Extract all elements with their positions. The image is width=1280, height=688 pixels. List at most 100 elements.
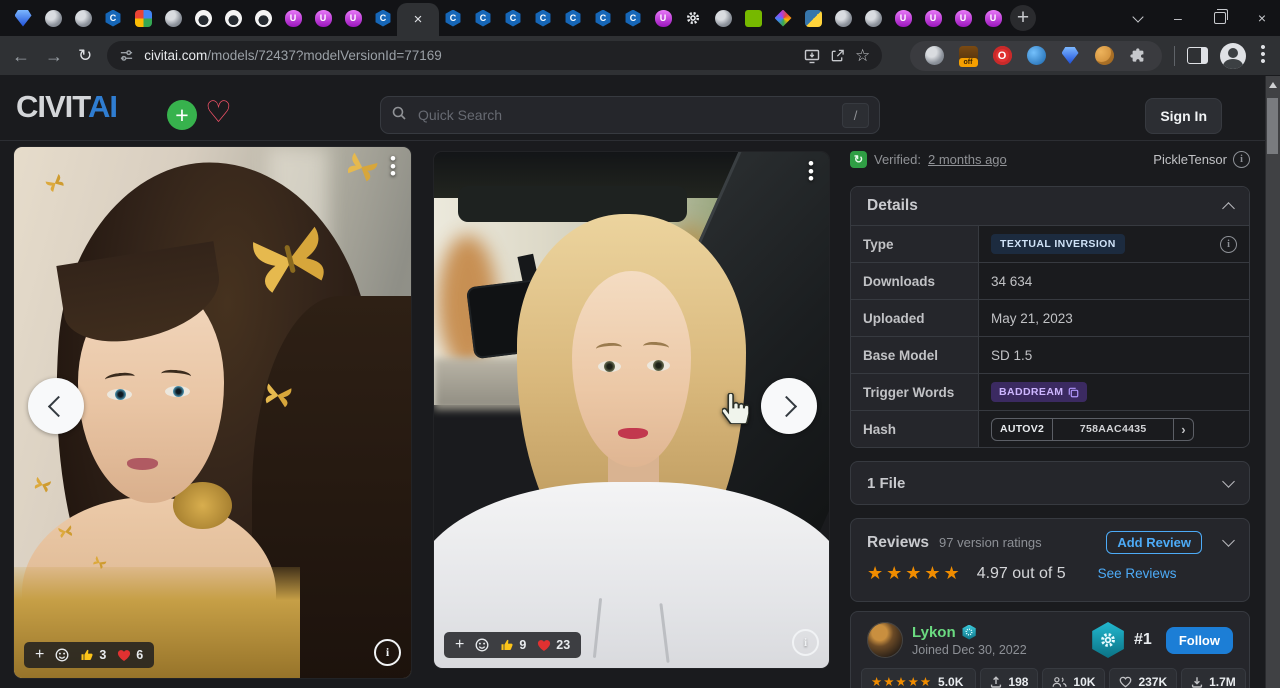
- type-info-icon[interactable]: i: [1220, 236, 1237, 253]
- scroll-up-arrow-icon[interactable]: [1269, 82, 1277, 88]
- forward-icon[interactable]: →: [45, 47, 63, 65]
- files-accordion[interactable]: 1 File: [850, 461, 1250, 505]
- active-tab[interactable]: ×: [397, 3, 439, 36]
- pinned-tab[interactable]: U: [314, 9, 332, 27]
- cookie-extension-icon[interactable]: [1094, 46, 1114, 66]
- sign-in-button[interactable]: Sign In: [1145, 98, 1222, 134]
- gem-extension-icon[interactable]: [1060, 46, 1080, 66]
- pinned-tab[interactable]: U: [894, 9, 912, 27]
- creator-rating-stat[interactable]: ★★★★★ 5.0K: [861, 668, 976, 688]
- search-input[interactable]: [416, 106, 833, 124]
- pinned-tab[interactable]: C: [624, 9, 642, 27]
- smiley-reaction-icon[interactable]: [55, 648, 69, 662]
- pinned-tab[interactable]: C: [104, 9, 122, 27]
- thumbs-up-reaction[interactable]: 9: [500, 638, 526, 652]
- tab-close-icon[interactable]: ×: [414, 12, 423, 27]
- tab-search-icon[interactable]: [1134, 16, 1142, 21]
- puzzle-extension-icon[interactable]: [1128, 46, 1148, 66]
- creator-likes-stat[interactable]: 237K: [1109, 668, 1177, 688]
- browser-menu-icon[interactable]: •••: [1258, 45, 1268, 65]
- see-reviews-link[interactable]: See Reviews: [1098, 566, 1177, 581]
- pinned-tab[interactable]: [74, 9, 92, 27]
- follow-button[interactable]: Follow: [1166, 627, 1233, 654]
- heart-reaction[interactable]: 23: [537, 638, 570, 652]
- site-info-icon[interactable]: [119, 48, 134, 63]
- hash-pill[interactable]: AUTOV2 758AAC4435 ›: [991, 418, 1194, 441]
- image-info-icon[interactable]: i: [374, 639, 401, 666]
- image-menu-icon[interactable]: •••: [387, 155, 399, 178]
- add-review-button[interactable]: Add Review: [1106, 531, 1202, 554]
- red-o-extension-icon[interactable]: O: [992, 46, 1012, 66]
- scrollbar-thumb[interactable]: [1267, 98, 1278, 154]
- pinned-tab[interactable]: [194, 9, 212, 27]
- pinned-tab[interactable]: [834, 9, 852, 27]
- reload-icon[interactable]: ↻: [78, 47, 92, 64]
- creator-avatar[interactable]: [867, 622, 903, 658]
- details-header[interactable]: Details: [851, 187, 1249, 225]
- chevron-down-icon[interactable]: [1222, 534, 1235, 547]
- thumbs-up-reaction[interactable]: 3: [80, 648, 106, 662]
- search-bar[interactable]: /: [380, 96, 880, 134]
- pinned-tab[interactable]: U: [284, 9, 302, 27]
- pinned-tab[interactable]: C: [594, 9, 612, 27]
- pinned-tab[interactable]: [864, 9, 882, 27]
- bookmark-star-icon[interactable]: ☆: [855, 46, 870, 66]
- civitai-logo[interactable]: CIVITAI: [16, 89, 117, 125]
- pinned-tab[interactable]: C: [444, 9, 462, 27]
- hash-value[interactable]: 758AAC4435: [1052, 419, 1173, 440]
- pinned-tab[interactable]: C: [374, 9, 392, 27]
- creator-uploads-stat[interactable]: 198: [980, 668, 1038, 688]
- pinned-tab[interactable]: [774, 9, 792, 27]
- close-button[interactable]: ×: [1258, 10, 1266, 26]
- blue-globe-extension-icon[interactable]: [1026, 46, 1046, 66]
- address-bar[interactable]: civitai.com/models/72437?modelVersionId=…: [107, 41, 882, 70]
- image-info-icon[interactable]: i: [792, 629, 819, 656]
- carousel-prev-button[interactable]: [28, 378, 84, 434]
- type-badge[interactable]: TEXTUAL INVERSION: [991, 234, 1125, 254]
- creator-name[interactable]: Lykon: [912, 624, 1027, 641]
- copy-icon[interactable]: [1068, 387, 1079, 398]
- pinned-tab[interactable]: U: [654, 9, 672, 27]
- pinned-tab[interactable]: C: [474, 9, 492, 27]
- pinned-tab[interactable]: [714, 9, 732, 27]
- pinned-tab[interactable]: C: [534, 9, 552, 27]
- format-info-icon[interactable]: i: [1233, 151, 1250, 168]
- back-icon[interactable]: ←: [12, 47, 30, 65]
- heart-reaction[interactable]: 6: [117, 648, 143, 662]
- verified-time-link[interactable]: 2 months ago: [928, 152, 1007, 167]
- pinned-tab[interactable]: [14, 9, 32, 27]
- new-tab-button[interactable]: +: [1010, 5, 1036, 31]
- image-menu-icon[interactable]: •••: [805, 160, 817, 183]
- add-reaction-button[interactable]: +: [455, 637, 464, 653]
- creator-followers-stat[interactable]: 10K: [1042, 668, 1105, 688]
- profile-avatar-icon[interactable]: [1220, 43, 1246, 69]
- pinned-tab[interactable]: U: [984, 9, 1002, 27]
- creator-downloads-stat[interactable]: 1.7M: [1181, 668, 1246, 688]
- page-scrollbar[interactable]: [1265, 76, 1280, 688]
- pinned-tab[interactable]: [44, 9, 62, 27]
- pinned-tab[interactable]: C: [504, 9, 522, 27]
- pinned-tab[interactable]: [254, 9, 272, 27]
- minimize-button[interactable]: –: [1174, 10, 1182, 26]
- globe-extension-icon[interactable]: [924, 46, 944, 66]
- pinned-tab[interactable]: U: [924, 9, 942, 27]
- pinned-tab[interactable]: [744, 9, 762, 27]
- trigger-word-badge[interactable]: BADDREAM: [991, 382, 1087, 402]
- pinned-tab[interactable]: U: [344, 9, 362, 27]
- add-reaction-button[interactable]: +: [35, 647, 44, 663]
- pinned-tab[interactable]: [134, 9, 152, 27]
- support-heart-icon[interactable]: ♡: [205, 98, 232, 128]
- pinned-tab[interactable]: [164, 9, 182, 27]
- pinned-tab[interactable]: C: [564, 9, 582, 27]
- install-icon[interactable]: [804, 48, 820, 64]
- carousel-next-button[interactable]: [761, 378, 817, 434]
- off-badge-extension-icon[interactable]: [958, 46, 978, 66]
- side-panel-icon[interactable]: [1187, 47, 1208, 64]
- create-plus-button[interactable]: +: [167, 100, 197, 130]
- url-text[interactable]: civitai.com/models/72437?modelVersionId=…: [144, 48, 442, 63]
- pinned-tab[interactable]: [684, 9, 702, 27]
- pinned-tab[interactable]: [224, 9, 242, 27]
- smiley-reaction-icon[interactable]: [475, 638, 489, 652]
- pinned-tab[interactable]: [804, 9, 822, 27]
- pinned-tab[interactable]: U: [954, 9, 972, 27]
